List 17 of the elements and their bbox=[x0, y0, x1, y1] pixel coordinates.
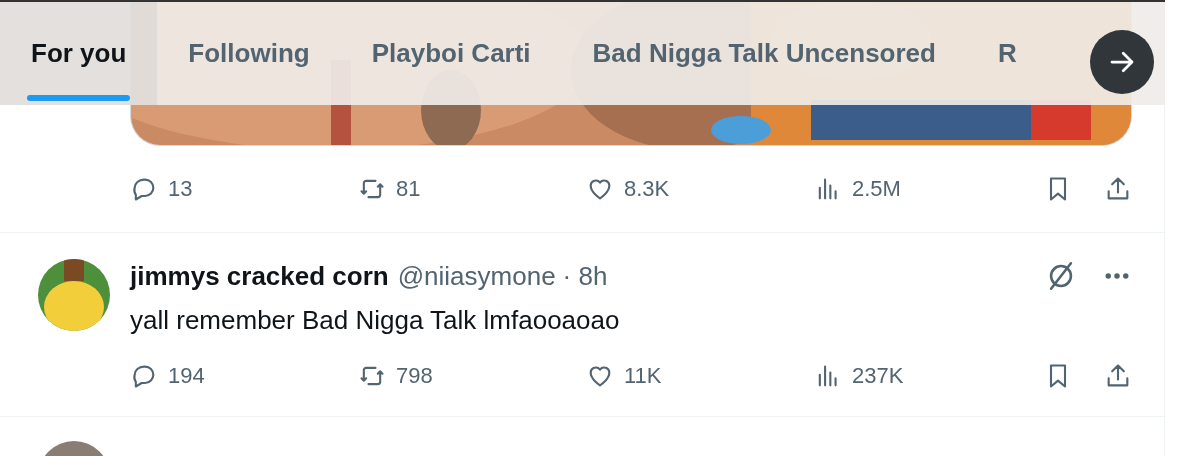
like-button[interactable]: 8.3K bbox=[586, 175, 814, 203]
display-name[interactable]: jimmys cracked corn bbox=[130, 260, 389, 292]
views-button[interactable]: 237K bbox=[814, 362, 1042, 390]
reply-button[interactable]: 13 bbox=[130, 175, 358, 203]
tab[interactable]: R bbox=[966, 2, 1048, 105]
tab[interactable]: Bad Nigga Talk Uncensored bbox=[561, 2, 967, 105]
post-text: yall remember Bad Nigga Talk lmfaooaoao bbox=[130, 305, 621, 336]
username[interactable]: @niiasymone bbox=[397, 260, 556, 292]
views-button[interactable]: 2.5M bbox=[814, 175, 1042, 203]
timestamp[interactable]: · 8h bbox=[562, 260, 608, 292]
tab[interactable]: Playboi Carti bbox=[340, 2, 562, 105]
tab[interactable]: For you bbox=[0, 2, 158, 105]
reply-button[interactable]: 194 bbox=[130, 362, 358, 390]
repost-button[interactable]: 798 bbox=[358, 362, 586, 390]
repost-button[interactable]: 81 bbox=[358, 175, 586, 203]
like-button[interactable]: 11K bbox=[586, 362, 814, 390]
tab[interactable]: Following bbox=[157, 2, 341, 105]
